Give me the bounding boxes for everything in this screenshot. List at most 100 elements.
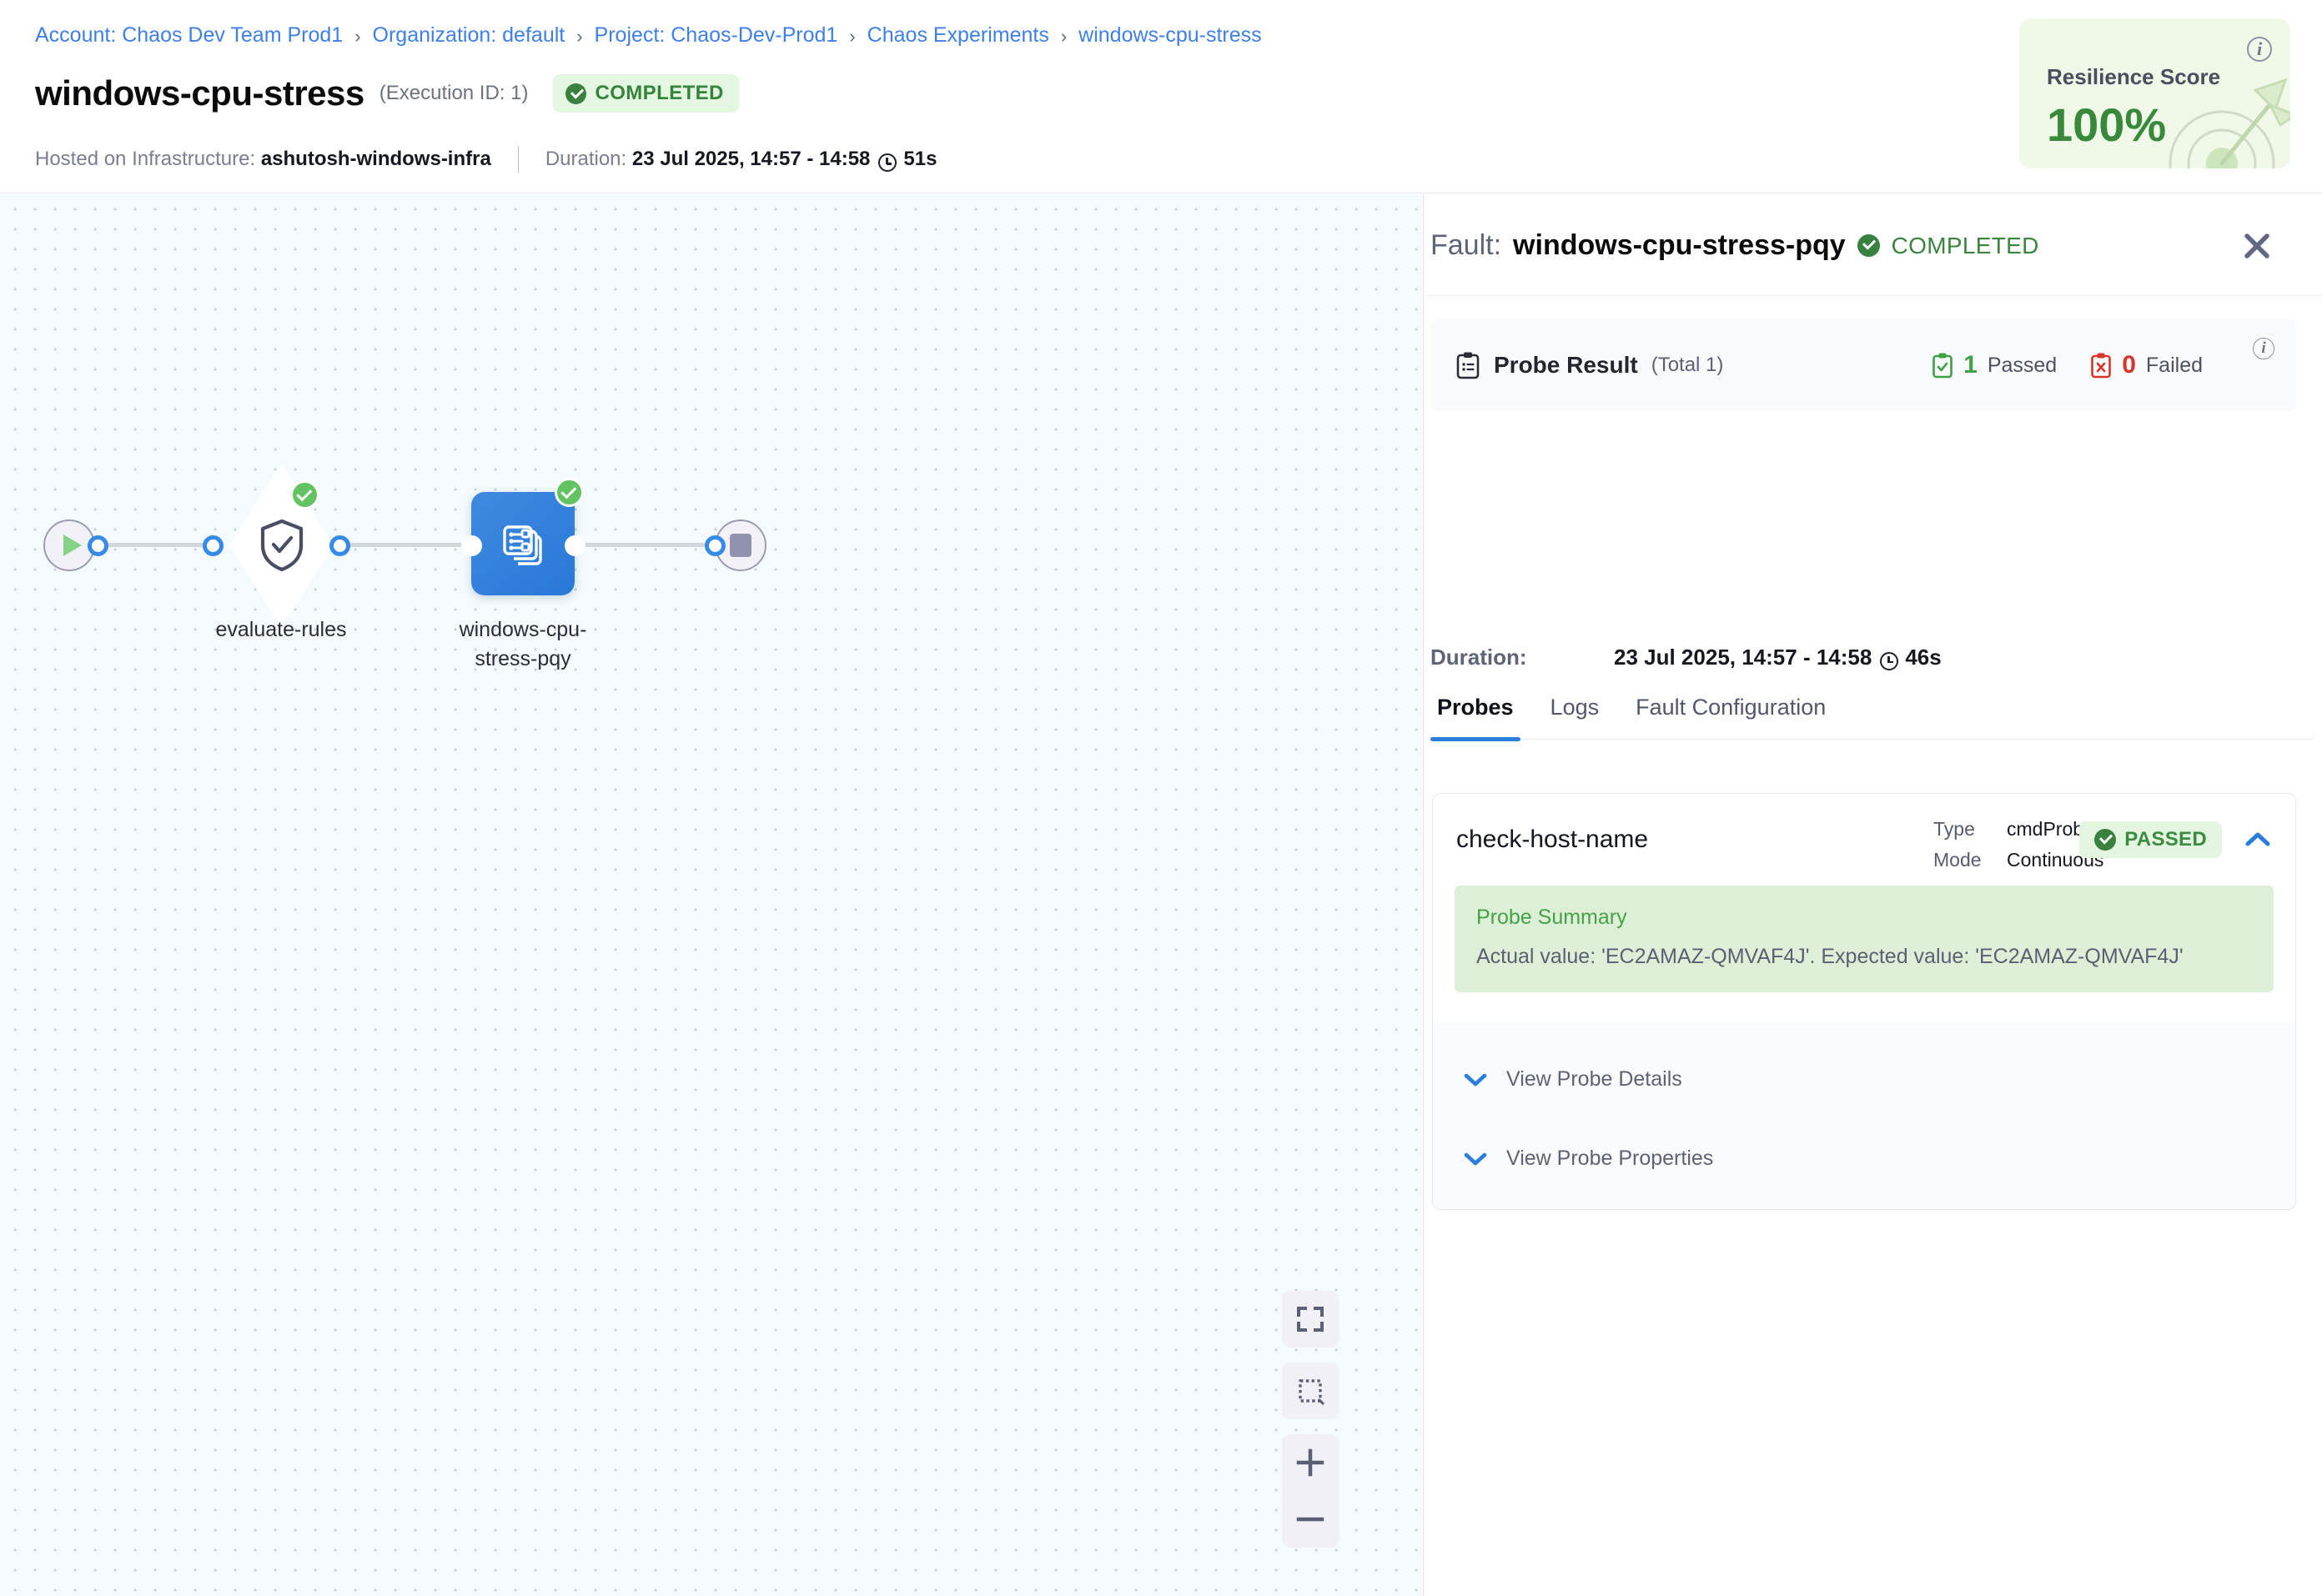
duration-value: 23 Jul 2025, 14:57 - 14:58 <box>632 148 871 171</box>
select-area-icon <box>1296 1377 1324 1405</box>
fit-to-screen-button[interactable] <box>1282 1291 1339 1348</box>
clipboard-check-icon <box>1932 352 1953 379</box>
check-circle-icon <box>2094 829 2116 851</box>
chevron-up-icon <box>2244 830 2272 850</box>
chaos-fault-icon <box>499 519 547 568</box>
check-circle-icon <box>565 83 586 104</box>
fault-node-output-port[interactable] <box>565 535 586 556</box>
tab-fault-configuration[interactable]: Fault Configuration <box>1617 695 1844 739</box>
fault-node-label-line1: windows-cpu- <box>440 615 606 645</box>
breadcrumb-item-account[interactable]: Account: Chaos Dev Team Prod1 <box>35 23 343 48</box>
panel-tabs: Probes Logs Fault Configuration <box>1430 695 2313 740</box>
select-area-button[interactable] <box>1282 1363 1339 1419</box>
panel-duration-label: Duration: <box>1430 645 1614 670</box>
infra-label: Hosted on Infrastructure: <box>35 148 255 171</box>
stop-icon <box>730 534 751 557</box>
fault-node[interactable] <box>471 492 575 595</box>
fault-node-label: windows-cpu- stress-pqy <box>440 615 606 673</box>
collapse-probe-button[interactable] <box>2244 830 2272 850</box>
panel-title-name: windows-cpu-stress-pqy <box>1513 229 1846 262</box>
probe-type-row: Type cmdProbe <box>1933 814 2103 845</box>
evaluate-rules-status-icon <box>290 480 319 509</box>
pipeline-canvas[interactable]: evaluate-rules windows-cpu- stress-pqy <box>0 194 1422 1596</box>
fit-screen-icon <box>1295 1304 1325 1334</box>
breadcrumb-item-organization[interactable]: Organization: default <box>373 23 565 48</box>
probe-result-total: (Total 1) <box>1651 354 1724 377</box>
evaluate-rules-node[interactable] <box>229 463 334 628</box>
probe-expanders: View Probe Details View Probe Properties <box>1433 1022 2295 1209</box>
title-row: windows-cpu-stress (Execution ID: 1) COM… <box>35 73 739 113</box>
clock-icon <box>1880 652 1898 670</box>
panel-duration-row: Duration: 23 Jul 2025, 14:57 - 14:58 46s <box>1430 645 1942 670</box>
passed-label: Passed <box>1988 354 2057 378</box>
resilience-info-button[interactable]: i <box>2247 37 2272 62</box>
zoom-in-button[interactable] <box>1282 1434 1339 1491</box>
edge-fault-to-end <box>575 543 717 547</box>
probe-result-left: Probe Result (Total 1) <box>1455 351 1723 379</box>
info-icon: i <box>2247 37 2272 62</box>
info-icon: i <box>2253 338 2274 359</box>
probe-result-title: Probe Result <box>1494 352 1638 379</box>
fault-node-input-port[interactable] <box>461 535 482 556</box>
fault-node-label-line2: stress-pqy <box>440 645 606 674</box>
probe-meta: Type cmdProbe Mode Continuous <box>1933 814 2103 876</box>
status-badge-label: COMPLETED <box>595 82 723 105</box>
evaluate-rules-label: evaluate-rules <box>198 615 364 645</box>
evaluate-rules-output-port[interactable] <box>329 535 350 556</box>
page-title: windows-cpu-stress <box>35 73 364 113</box>
view-probe-details-row[interactable]: View Probe Details <box>1433 1051 2295 1108</box>
breadcrumb-item-project[interactable]: Project: Chaos-Dev-Prod1 <box>595 23 838 48</box>
clipboard-x-icon <box>2090 352 2112 379</box>
panel-title-prefix: Fault: <box>1430 229 1501 262</box>
breadcrumb-separator-icon: › <box>849 26 855 48</box>
clipboard-icon <box>1455 351 1480 379</box>
probe-mode-key: Mode <box>1933 845 2007 876</box>
probe-type-key: Type <box>1933 814 2007 845</box>
chevron-down-icon <box>1463 1150 1488 1168</box>
breadcrumb: Account: Chaos Dev Team Prod1 › Organiza… <box>35 23 1262 48</box>
chevron-down-icon <box>1463 1071 1488 1089</box>
duration-elapsed: 51s <box>903 148 937 171</box>
passed-count: 1 <box>1963 351 1978 379</box>
canvas-zoom-controls <box>1282 1291 1339 1548</box>
zoom-stack <box>1282 1434 1339 1548</box>
failed-label: Failed <box>2146 354 2203 378</box>
panel-duration-value: 23 Jul 2025, 14:57 - 14:58 <box>1614 645 1872 670</box>
probe-card: check-host-name Type cmdProbe Mode Conti… <box>1432 793 2296 1210</box>
panel-title-row: Fault: windows-cpu-stress-pqy COMPLETED <box>1430 229 2039 262</box>
play-icon <box>63 535 82 556</box>
probe-summary-box: Probe Summary Actual value: 'EC2AMAZ-QMV… <box>1455 886 2274 992</box>
probe-result-summary-bar: Probe Result (Total 1) 1 Passed <box>1430 319 2296 411</box>
panel-header: Fault: windows-cpu-stress-pqy COMPLETED <box>1424 194 2322 296</box>
check-circle-icon <box>1857 234 1880 257</box>
fault-node-status-icon <box>555 478 584 507</box>
probe-name: check-host-name <box>1456 826 1648 854</box>
failed-count: 0 <box>2122 351 2136 379</box>
probe-mode-row: Mode Continuous <box>1933 845 2103 876</box>
tab-probes[interactable]: Probes <box>1430 695 1532 739</box>
duration-label: Duration: <box>545 148 626 171</box>
execution-id-label: (Execution ID: 1) <box>379 82 529 105</box>
edge-evaluate-to-fault <box>349 543 474 547</box>
start-node-output-port[interactable] <box>88 535 108 556</box>
target-arrow-illustration <box>2145 73 2290 168</box>
breadcrumb-item-chaos-experiments[interactable]: Chaos Experiments <box>867 23 1049 48</box>
fault-details-panel: Fault: windows-cpu-stress-pqy COMPLETED <box>1423 194 2322 1596</box>
probe-card-header: check-host-name Type cmdProbe Mode Conti… <box>1433 794 2295 886</box>
page-header: Account: Chaos Dev Team Prod1 › Organiza… <box>0 0 2322 193</box>
end-node-input-port[interactable] <box>705 535 726 556</box>
divider <box>518 146 519 173</box>
zoom-out-button[interactable] <box>1282 1491 1339 1548</box>
probe-status-label: PASSED <box>2124 828 2207 851</box>
view-probe-properties-row[interactable]: View Probe Properties <box>1433 1130 2295 1187</box>
view-probe-details-label: View Probe Details <box>1506 1067 1682 1092</box>
probe-result-info-button[interactable]: i <box>2253 338 2274 359</box>
probe-status-badge: PASSED <box>2079 821 2222 858</box>
breadcrumb-separator-icon: › <box>1061 26 1067 48</box>
tab-logs[interactable]: Logs <box>1532 695 1618 739</box>
resilience-score-card: Resilience Score 100% i <box>2019 18 2290 168</box>
failed-count-group: 0 Failed <box>2090 351 2203 379</box>
breadcrumb-item-experiment[interactable]: windows-cpu-stress <box>1078 23 1262 48</box>
evaluate-rules-input-port[interactable] <box>203 535 224 556</box>
close-panel-button[interactable] <box>2240 229 2274 263</box>
